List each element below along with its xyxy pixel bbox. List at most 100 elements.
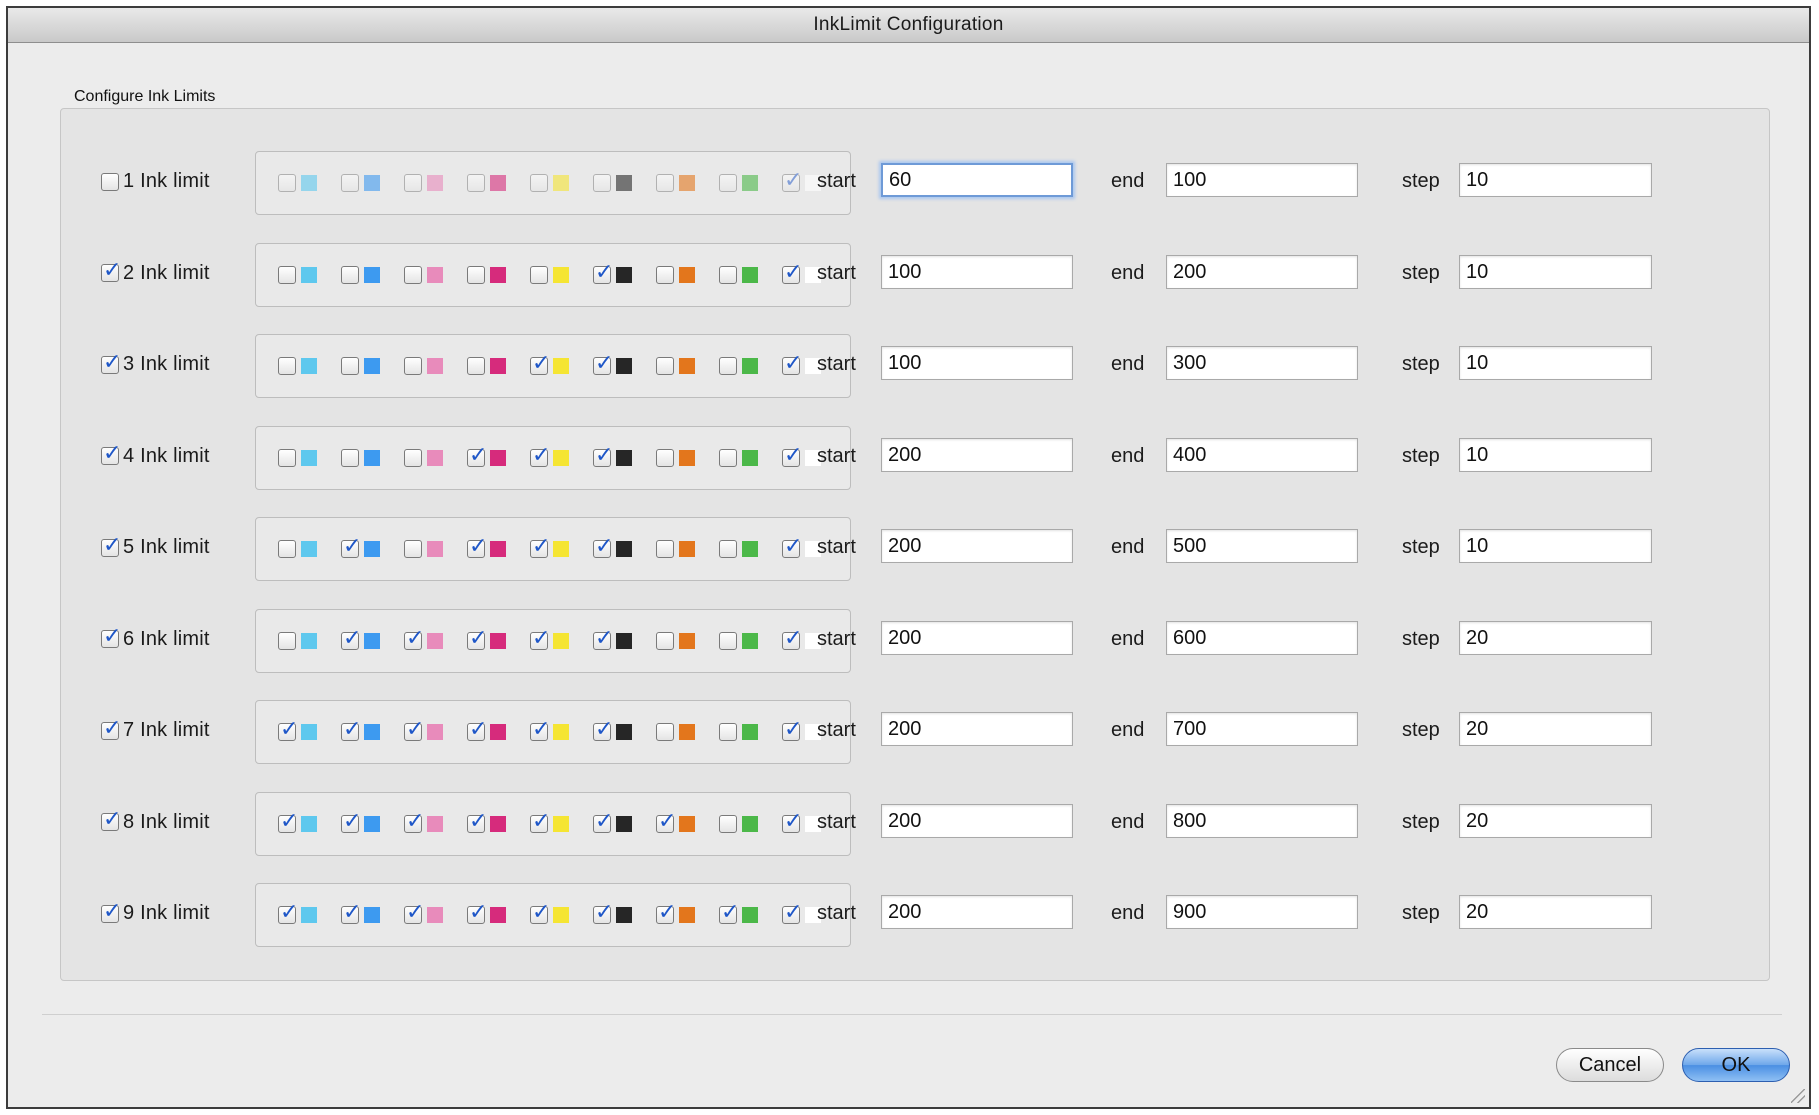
ink-channel-toggle[interactable] [341,534,380,560]
ink-channel-toggle[interactable] [341,174,380,192]
ink-channel-toggle[interactable] [719,540,758,558]
ink-channel-toggle[interactable] [278,357,317,375]
ink-checkbox[interactable] [719,631,737,650]
ink-checkbox[interactable] [530,717,550,743]
ink-checkbox[interactable] [719,814,737,833]
ink-channel-toggle[interactable] [278,448,317,467]
ink-channel-toggle[interactable] [278,631,317,650]
row-enable-checkbox[interactable] [101,533,121,559]
ink-channel-toggle[interactable] [593,809,632,835]
ink-channel-toggle[interactable] [278,265,317,284]
start-input[interactable]: 200 [881,895,1073,929]
ink-checkbox[interactable] [278,448,296,467]
ink-channel-toggle[interactable] [278,900,317,926]
ink-checkbox[interactable] [593,626,613,652]
row-enable-toggle[interactable]: 4 Ink limit [101,441,210,468]
ink-checkbox[interactable] [593,443,613,469]
end-input[interactable]: 900 [1166,895,1358,929]
ink-checkbox[interactable] [341,809,361,835]
ink-checkbox[interactable] [656,357,674,375]
ink-checkbox[interactable] [656,723,674,741]
ink-checkbox[interactable] [341,534,361,560]
ink-channel-toggle[interactable] [782,351,821,377]
ink-channel-toggle[interactable] [530,626,569,652]
ok-button[interactable]: OK [1682,1048,1790,1082]
row-enable-toggle[interactable]: 8 Ink limit [101,807,210,834]
ink-channel-toggle[interactable] [404,265,443,284]
ink-checkbox[interactable] [719,448,737,467]
ink-checkbox[interactable] [341,357,359,375]
ink-channel-toggle[interactable] [467,534,506,560]
row-enable-checkbox[interactable] [101,172,119,191]
ink-channel-toggle[interactable] [278,174,317,192]
ink-channel-toggle[interactable] [467,443,506,469]
ink-checkbox[interactable] [530,534,550,560]
ink-channel-toggle[interactable] [404,448,443,467]
ink-channel-toggle[interactable] [530,174,569,192]
resize-grip-icon[interactable] [1791,1089,1805,1103]
ink-checkbox[interactable] [530,351,550,377]
ink-channel-toggle[interactable] [467,900,506,926]
ink-checkbox[interactable] [467,717,487,743]
ink-checkbox[interactable] [341,900,361,926]
ink-checkbox[interactable] [278,357,296,375]
cancel-button[interactable]: Cancel [1556,1048,1664,1082]
ink-checkbox[interactable] [404,809,424,835]
end-input[interactable]: 800 [1166,803,1358,838]
ink-checkbox[interactable] [593,534,613,560]
ink-checkbox[interactable] [656,809,676,835]
ink-channel-toggle[interactable] [530,265,569,284]
ink-channel-toggle[interactable] [341,448,380,467]
ink-checkbox[interactable] [278,174,296,192]
ink-checkbox[interactable] [404,357,422,375]
start-input[interactable]: 200 [881,712,1073,746]
ink-channel-toggle[interactable] [656,265,695,284]
start-input[interactable]: 60 [881,163,1073,197]
ink-channel-toggle[interactable] [404,626,443,652]
ink-checkbox[interactable] [719,174,737,192]
ink-checkbox[interactable] [656,900,676,926]
ink-channel-toggle[interactable] [656,174,695,192]
start-input[interactable]: 200 [881,529,1073,563]
ink-channel-toggle[interactable] [782,260,821,286]
ink-channel-toggle[interactable] [278,540,317,558]
ink-channel-toggle[interactable] [656,540,695,558]
ink-channel-toggle[interactable] [530,443,569,469]
start-input[interactable]: 100 [881,346,1073,380]
end-input[interactable]: 200 [1166,254,1358,289]
ink-channel-toggle[interactable] [656,631,695,650]
ink-channel-toggle[interactable] [782,534,821,560]
ink-channel-toggle[interactable] [593,534,632,560]
ink-channel-toggle[interactable] [782,626,821,652]
row-enable-toggle[interactable]: 1 Ink limit [101,170,210,193]
ink-checkbox[interactable] [593,809,613,835]
ink-channel-toggle[interactable] [467,809,506,835]
ink-checkbox[interactable] [278,265,296,284]
ink-checkbox[interactable] [656,174,674,192]
row-enable-checkbox[interactable] [101,441,121,467]
ink-channel-toggle[interactable] [404,540,443,558]
ink-checkbox[interactable] [404,626,424,652]
ink-channel-toggle[interactable] [782,809,821,835]
ink-channel-toggle[interactable] [278,717,317,743]
ink-channel-toggle[interactable] [593,626,632,652]
ink-channel-toggle[interactable] [656,448,695,467]
ink-channel-toggle[interactable] [467,265,506,284]
row-enable-toggle[interactable]: 3 Ink limit [101,350,210,376]
ink-channel-toggle[interactable] [593,443,632,469]
ink-checkbox[interactable] [278,540,296,558]
row-enable-checkbox[interactable] [101,350,121,376]
ink-channel-toggle[interactable] [719,174,758,192]
row-enable-toggle[interactable]: 6 Ink limit [101,624,210,651]
ink-checkbox[interactable] [404,717,424,743]
ink-channel-toggle[interactable] [341,717,380,743]
ink-channel-toggle[interactable] [782,443,821,469]
ink-checkbox[interactable] [278,900,298,926]
ink-checkbox[interactable] [341,174,359,192]
row-enable-toggle[interactable]: 5 Ink limit [101,533,210,559]
ink-channel-toggle[interactable] [467,357,506,375]
step-input[interactable]: 10 [1459,437,1652,472]
title-bar[interactable]: InkLimit Configuration [8,8,1809,43]
row-enable-checkbox[interactable] [101,807,121,833]
ink-checkbox[interactable] [656,265,674,284]
